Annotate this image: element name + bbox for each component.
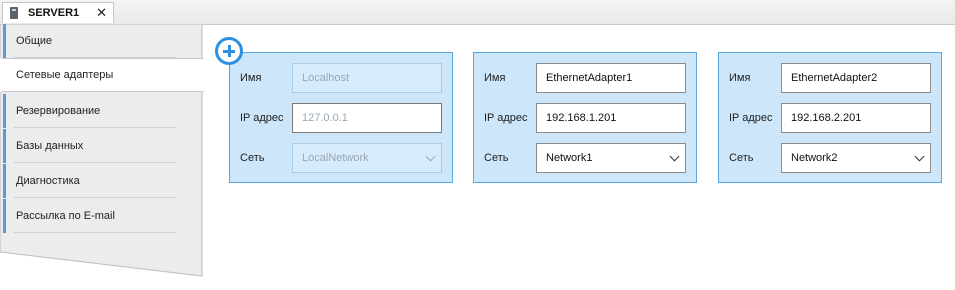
sidebar-item-label: Сетевые адаптеры: [16, 69, 114, 81]
name-row: Имя EthernetAdapter1: [484, 63, 686, 93]
network-row: Сеть Network1: [484, 143, 686, 173]
ip-address-value: 127.0.0.1: [302, 112, 348, 124]
tab-server1[interactable]: SERVER1 ✕: [2, 2, 114, 23]
adapter-card-ethernet2: Имя EthernetAdapter2 IP адрес 192.168.2.…: [718, 52, 942, 183]
name-label: Имя: [240, 72, 262, 84]
divider: [14, 232, 176, 233]
name-label: Имя: [484, 72, 506, 84]
sidebar-item-redundancy[interactable]: Резервирование: [3, 94, 202, 128]
adapter-card-localhost: Имя Localhost IP адрес 127.0.0.1 Сеть Lo…: [229, 52, 453, 183]
tab-title: SERVER1: [28, 7, 80, 19]
sidebar-item-databases[interactable]: Базы данных: [3, 129, 202, 163]
ip-row: IP адрес 192.168.2.201: [729, 103, 931, 133]
network-dropdown[interactable]: Network1: [536, 143, 686, 173]
adapter-name-field: Localhost: [292, 63, 442, 93]
sidebar-item-label: Диагностика: [16, 175, 80, 187]
chevron-down-icon[interactable]: [669, 151, 680, 162]
ip-row: IP адрес 192.168.1.201: [484, 103, 686, 133]
adapter-card-ethernet1: Имя EthernetAdapter1 IP адрес 192.168.1.…: [473, 52, 697, 183]
ip-address-value: 192.168.2.201: [791, 112, 862, 124]
ip-label: IP адрес: [240, 112, 284, 124]
network-dropdown: LocalNetwork: [292, 143, 442, 173]
chevron-down-icon: [425, 151, 436, 162]
sidebar-item-email[interactable]: Рассылка по E-mail: [3, 199, 202, 233]
close-icon[interactable]: ✕: [96, 5, 107, 21]
sidebar-item-general[interactable]: Общие: [3, 24, 202, 58]
adapter-name-value: EthernetAdapter2: [791, 72, 878, 84]
divider: [14, 127, 176, 128]
network-label: Сеть: [240, 152, 265, 164]
adapter-name-value: EthernetAdapter1: [546, 72, 633, 84]
network-row: Сеть Network2: [729, 143, 931, 173]
sidebar-item-label: Резервирование: [16, 105, 101, 117]
ip-address-field[interactable]: 192.168.1.201: [536, 103, 686, 133]
sidebar-item-label: Рассылка по E-mail: [16, 210, 115, 222]
name-label: Имя: [729, 72, 751, 84]
adapter-name-field[interactable]: EthernetAdapter1: [536, 63, 686, 93]
sidebar-item-label: Базы данных: [16, 140, 84, 152]
settings-sidebar: Общие Сетевые адаптеры Резервирование Ба…: [0, 24, 205, 290]
divider: [14, 197, 176, 198]
network-value: Network2: [791, 152, 838, 164]
network-label: Сеть: [729, 152, 754, 164]
document-tab-strip: SERVER1 ✕: [0, 0, 955, 25]
ip-address-field[interactable]: 192.168.2.201: [781, 103, 931, 133]
server-icon: [10, 7, 18, 19]
network-dropdown[interactable]: Network2: [781, 143, 931, 173]
divider: [14, 162, 176, 163]
network-row: Сеть LocalNetwork: [240, 143, 442, 173]
add-adapter-icon[interactable]: [215, 37, 243, 65]
sidebar-item-label: Общие: [16, 35, 53, 47]
chevron-down-icon[interactable]: [914, 151, 925, 162]
network-label: Сеть: [484, 152, 509, 164]
network-value: LocalNetwork: [302, 152, 369, 164]
name-row: Имя Localhost: [240, 63, 442, 93]
ip-row: IP адрес 127.0.0.1: [240, 103, 442, 133]
ip-label: IP адрес: [729, 112, 773, 124]
ip-address-value: 192.168.1.201: [546, 112, 617, 124]
ip-label: IP адрес: [484, 112, 528, 124]
network-value: Network1: [546, 152, 593, 164]
ip-address-field: 127.0.0.1: [292, 103, 442, 133]
adapter-name-value: Localhost: [302, 72, 350, 84]
sidebar-item-network-adapters[interactable]: Сетевые адаптеры: [0, 58, 205, 92]
name-row: Имя EthernetAdapter2: [729, 63, 931, 93]
adapter-name-field[interactable]: EthernetAdapter2: [781, 63, 931, 93]
sidebar-item-diagnostics[interactable]: Диагностика: [3, 164, 202, 198]
